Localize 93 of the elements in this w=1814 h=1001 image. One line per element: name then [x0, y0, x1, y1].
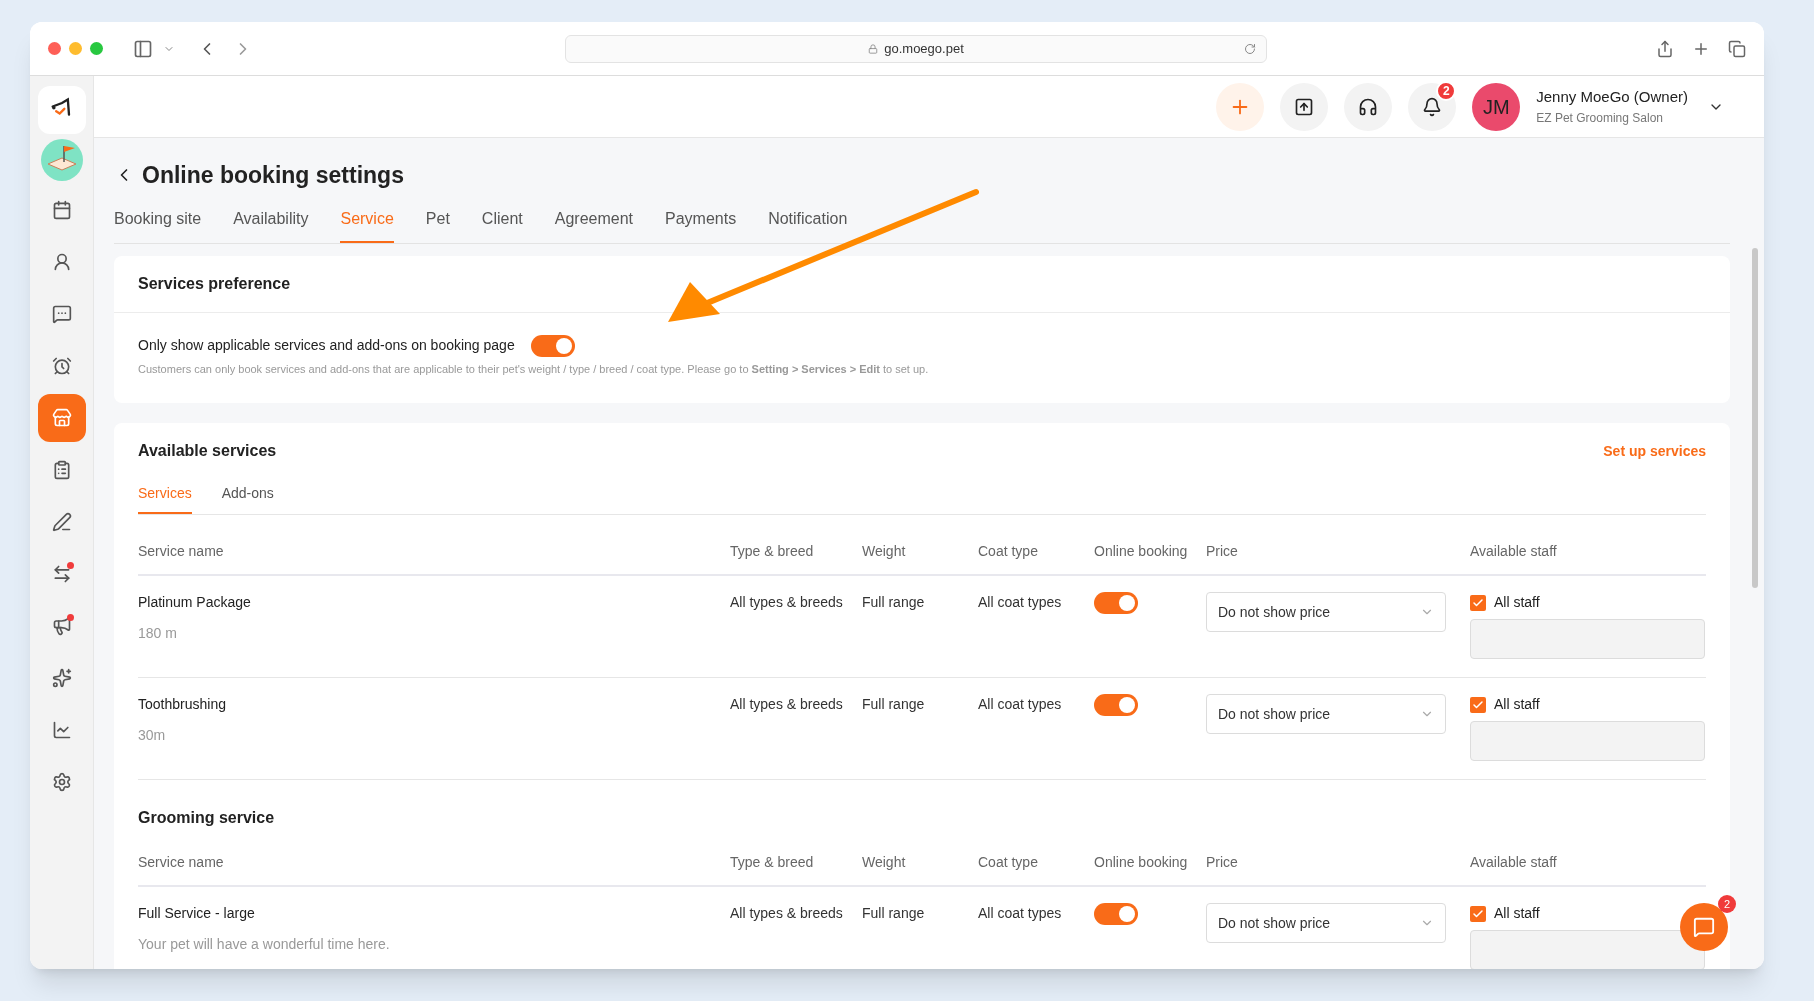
column-header: Coat type [978, 853, 1038, 872]
card-title: Services preference [138, 273, 292, 294]
checkbox[interactable] [1470, 594, 1486, 611]
table-cell-text: Full range [862, 593, 925, 612]
chat-icon [1693, 916, 1715, 938]
toggle-switch[interactable] [530, 334, 575, 357]
column-header: Type & breed [730, 853, 814, 872]
service-detail: Your pet will have a wonderful time here. [138, 935, 390, 954]
service-name: Full Service - large [138, 904, 255, 923]
checkbox-label: All staff [1494, 593, 1540, 612]
group-heading: Grooming service [138, 808, 276, 828]
close-window-button[interactable] [48, 42, 61, 55]
table-cell-text: Full range [862, 695, 925, 714]
column-header: Price [1206, 542, 1238, 561]
user-name: Jenny MoeGo (Owner) [1536, 87, 1688, 108]
clients-icon [51, 252, 72, 272]
services-tab[interactable]: Add-ons [221, 483, 274, 514]
settings-tab[interactable]: Pet [425, 206, 450, 243]
table-cell-text: All coat types [978, 593, 1062, 612]
column-header: Online booking [1094, 542, 1188, 561]
toggle-switch[interactable] [1094, 903, 1138, 925]
settings-tab[interactable]: Availability [233, 206, 309, 243]
staff-field[interactable] [1470, 721, 1705, 761]
column-header: Available staff [1470, 853, 1557, 872]
option-label: Only show applicable services and add-ons on booking page [138, 336, 515, 355]
business-name: EZ Pet Grooming Salon [1536, 109, 1664, 127]
notifications-button[interactable]: 2 [1408, 82, 1457, 131]
column-header: Weight [862, 542, 906, 561]
column-header: Service name [138, 542, 224, 561]
marketing-icon [51, 616, 72, 636]
price-select[interactable]: Do not show price [1206, 903, 1446, 943]
calendar-icon [51, 200, 72, 220]
price-select[interactable]: Do not show price [1206, 694, 1446, 734]
column-header: Price [1206, 853, 1238, 872]
chat-badge: 2 [1718, 895, 1736, 913]
column-header: Online booking [1094, 853, 1188, 872]
sidebar-toggle-icon[interactable] [133, 38, 153, 59]
service-name: Toothbrushing [138, 695, 226, 714]
toggle-switch[interactable] [1094, 694, 1138, 716]
table-cell-text: All types & breeds [730, 904, 843, 923]
reload-icon[interactable] [1244, 42, 1256, 55]
card-title: Available services [138, 441, 277, 461]
checkbox-label: All staff [1494, 695, 1540, 714]
zoom-window-button[interactable] [90, 42, 103, 55]
option-description: Customers can only book services and add-ons that are applicable to their pet's weight / type / breed / coat type. Please go to Setting > Services > Edit to set up. [138, 361, 930, 377]
staff-field[interactable] [1470, 619, 1705, 659]
checkbox[interactable] [1470, 905, 1486, 922]
service-name: Platinum Package [138, 593, 251, 612]
reports-icon [51, 720, 72, 740]
table-cell-text: All types & breeds [730, 593, 843, 612]
settings-tab[interactable]: Booking site [114, 206, 202, 243]
user-avatar[interactable]: JM [1472, 82, 1521, 131]
table-cell-text: All coat types [978, 904, 1062, 923]
messages-icon [51, 304, 72, 324]
settings-icon [51, 772, 72, 792]
tabs-overview-icon[interactable] [1728, 39, 1746, 58]
table-cell-text: All coat types [978, 695, 1062, 714]
share-icon[interactable] [1656, 39, 1674, 58]
check-icon [1472, 596, 1484, 609]
service-detail: 30m [138, 726, 166, 745]
settings-tab[interactable]: Payments [665, 206, 737, 243]
url-text: go.moego.pet [884, 39, 964, 58]
staff-field[interactable] [1470, 930, 1705, 969]
check-icon [1472, 698, 1484, 711]
reminders-icon [51, 356, 72, 376]
settings-tab[interactable]: Notification [768, 206, 848, 243]
price-select[interactable]: Do not show price [1206, 592, 1446, 632]
booking-icon [51, 408, 72, 428]
column-header: Available staff [1470, 542, 1557, 561]
table-cell-text: All types & breeds [730, 695, 843, 714]
column-header: Coat type [978, 542, 1038, 561]
lock-icon [868, 43, 879, 54]
reviews-icon [51, 668, 72, 688]
page-title: Online booking settings [142, 161, 404, 190]
service-detail: 180 m [138, 624, 177, 643]
toggle-switch[interactable] [1094, 592, 1138, 614]
column-header: Type & breed [730, 542, 814, 561]
table-cell-text: Full range [862, 904, 925, 923]
checkbox-label: All staff [1494, 904, 1540, 923]
settings-tab[interactable]: Agreement [554, 206, 633, 243]
address-bar[interactable]: go.moego.pet [565, 34, 1267, 63]
headset-icon [1358, 96, 1379, 117]
notification-badge: 2 [1436, 80, 1457, 101]
check-icon [1472, 907, 1484, 920]
checkbox[interactable] [1470, 696, 1486, 713]
booking-nav-icon[interactable] [37, 394, 86, 442]
upload-icon [1294, 96, 1315, 117]
column-header: Service name [138, 853, 224, 872]
column-header: Weight [862, 853, 906, 872]
bell-icon [1422, 96, 1443, 117]
app-logo[interactable] [37, 86, 86, 134]
edit-icon [51, 512, 72, 532]
settings-tab[interactable]: Client [481, 206, 523, 243]
